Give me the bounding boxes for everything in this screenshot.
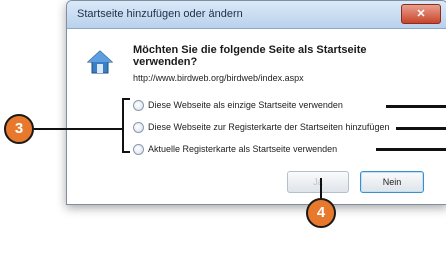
option-current-tab[interactable]: Aktuelle Registerkarte als Startseite ve…: [133, 142, 337, 156]
option-single-startpage[interactable]: Diese Webseite als einzige Startseite ve…: [133, 98, 343, 112]
option-label: Diese Webseite zur Registerkarte der Sta…: [148, 122, 390, 132]
callout-bracket: [122, 98, 124, 153]
close-button[interactable]: ✕: [401, 4, 441, 24]
callout-line-right: [386, 105, 446, 108]
yes-button[interactable]: Ja: [287, 171, 349, 193]
callout-badge: 4: [306, 198, 336, 228]
dialog-title: Startseite hinzufügen oder ändern: [77, 8, 243, 20]
callout-line-right: [376, 148, 446, 151]
radio-icon[interactable]: [133, 121, 144, 133]
option-label: Diese Webseite als einzige Startseite ve…: [148, 100, 343, 110]
radio-icon[interactable]: [133, 143, 144, 155]
callout-badge: 3: [4, 114, 34, 144]
option-label: Aktuelle Registerkarte als Startseite ve…: [148, 144, 338, 154]
callout-line: [320, 178, 322, 200]
no-button[interactable]: Nein: [360, 171, 424, 193]
dialog-question: Möchten Sie die folgende Seite als Start…: [133, 44, 367, 68]
home-icon: [87, 50, 113, 74]
callout-bracket-top: [122, 98, 130, 100]
radio-icon[interactable]: [133, 99, 144, 111]
page-url: http://www.birdweb.org/birdweb/index.asp…: [133, 73, 304, 83]
option-add-tab[interactable]: Diese Webseite zur Registerkarte der Sta…: [133, 120, 389, 134]
callout-bracket-bottom: [122, 151, 130, 153]
callout-line-right: [396, 127, 446, 130]
title-bar: Startseite hinzufügen oder ändern ✕: [67, 1, 446, 29]
callout-line: [34, 128, 122, 130]
